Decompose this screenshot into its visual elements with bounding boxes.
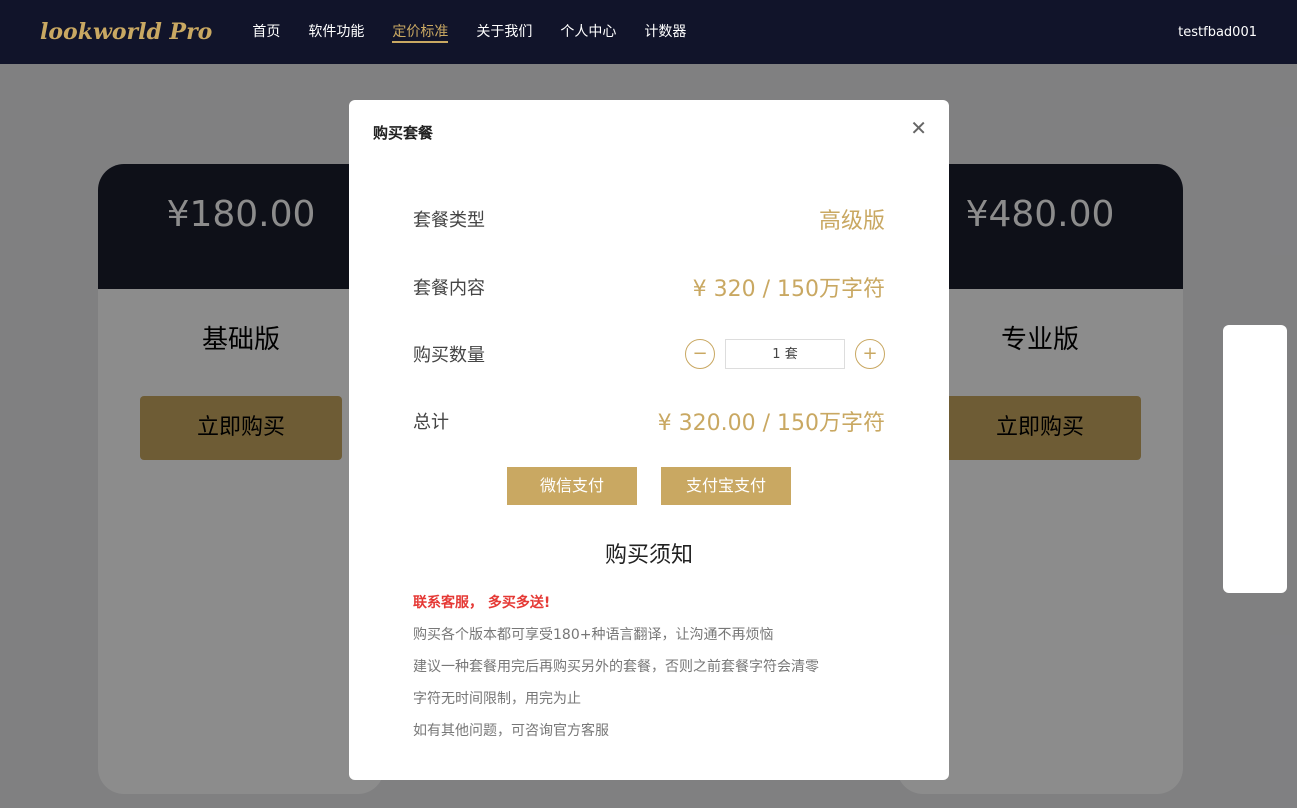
type-value: 高级版: [818, 209, 885, 234]
nav-item-active[interactable]: 定价标准: [392, 21, 449, 43]
brand-logo[interactable]: lookworld Pro: [40, 19, 212, 45]
top-navbar: lookworld Pro 首页 软件功能 定价标准 关于我们 个人中心 计数器…: [0, 0, 1297, 64]
quantity-unit: 套: [784, 347, 798, 362]
quantity-input[interactable]: 1 套: [725, 339, 845, 369]
notice-list: 联系客服， 多买多送! 购买各个版本都可享受180+种语言翻译，让沟通不再烦恼 …: [373, 587, 925, 747]
nav-item[interactable]: 关于我们: [476, 21, 532, 43]
purchase-modal: 购买套餐 ✕ 套餐类型 高级版 套餐内容 ¥ 320 / 150万字符 购买数量…: [349, 100, 949, 780]
alipay-button[interactable]: 支付宝支付: [661, 467, 791, 505]
qty-label: 购买数量: [413, 345, 485, 366]
minus-icon[interactable]: −: [685, 339, 715, 369]
type-label: 套餐类型: [413, 210, 485, 231]
side-toolbar: [1223, 325, 1287, 593]
qty-row: 购买数量 − 1 套 +: [373, 339, 925, 369]
content-row: 套餐内容 ¥ 320 / 150万字符: [373, 271, 925, 303]
total-value: ¥ 320.00 / 150万字符: [657, 411, 885, 436]
wechat-pay-button[interactable]: 微信支付: [507, 467, 637, 505]
quantity-value: 1: [772, 347, 781, 362]
notice-item: 购买各个版本都可享受180+种语言翻译，让沟通不再烦恼: [413, 627, 774, 643]
plus-icon[interactable]: +: [855, 339, 885, 369]
notice-item: 建议一种套餐用完后再购买另外的套餐，否则之前套餐字符会清零: [413, 659, 819, 675]
payment-buttons: 微信支付 支付宝支付: [373, 467, 925, 505]
modal-title: 购买套餐: [373, 124, 434, 142]
notice-item: 如有其他问题，可咨询官方客服: [413, 723, 609, 739]
total-row: 总计 ¥ 320.00 / 150万字符: [373, 405, 925, 437]
notice-item: 联系客服， 多买多送!: [413, 595, 551, 611]
content-value: ¥ 320 / 150万字符: [692, 277, 885, 302]
nav-item[interactable]: 软件功能: [308, 21, 364, 43]
nav-item[interactable]: 个人中心: [560, 21, 616, 43]
close-icon[interactable]: ✕: [910, 116, 927, 140]
nav-item[interactable]: 计数器: [644, 21, 686, 43]
nav-item[interactable]: 首页: [252, 21, 280, 43]
notice-title: 购买须知: [604, 543, 693, 568]
notice-item: 字符无时间限制，用完为止: [413, 691, 581, 707]
quantity-stepper: − 1 套 +: [685, 339, 885, 369]
content-label: 套餐内容: [413, 278, 485, 299]
total-label: 总计: [413, 412, 449, 433]
user-menu[interactable]: testfbad001: [1178, 25, 1257, 40]
type-row: 套餐类型 高级版: [373, 203, 925, 235]
main-nav: 首页 软件功能 定价标准 关于我们 个人中心 计数器: [252, 21, 686, 43]
